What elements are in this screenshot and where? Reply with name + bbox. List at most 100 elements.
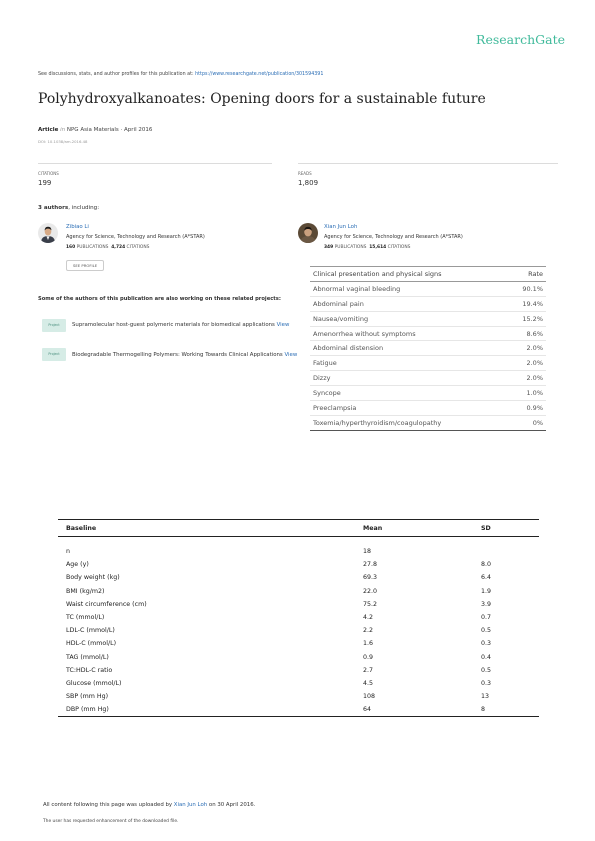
reads-label: READS xyxy=(298,171,312,176)
table-cell: 64 xyxy=(355,703,473,718)
table-cell: 90.1% xyxy=(506,281,546,297)
table-cell: Age (y) xyxy=(66,561,89,569)
citations-label: CITATIONS xyxy=(387,245,411,250)
column-header: Clinical presentation and physical signs xyxy=(310,266,507,282)
author-citations-count: 4,724 xyxy=(111,245,126,250)
table-cell: Toxemia/hyperthyroidism/coagulopathy xyxy=(310,415,507,431)
author-publications-count: 349 xyxy=(324,245,334,250)
table-cell: TC:HDL-C ratio xyxy=(66,666,113,674)
table-cell: Waist circumference (cm) xyxy=(66,600,147,608)
project-title[interactable]: Supramolecular host-guest polymeric mate… xyxy=(72,322,275,328)
table-row: Abnormal vaginal bleeding 90.1% xyxy=(310,281,546,297)
table-cell: 4.5 xyxy=(363,679,374,687)
clinical-presentation-table: Clinical presentation and physical signs… xyxy=(310,266,546,431)
table-cell: Nausea/vomiting xyxy=(310,311,507,327)
author-avatar[interactable] xyxy=(298,223,318,243)
table-cell: 0.5 xyxy=(481,666,492,674)
publications-label: PUBLICATIONS xyxy=(76,245,109,250)
table-cell: 1.6 xyxy=(363,640,374,648)
table-cell: n xyxy=(66,548,70,556)
table-cell: Abdominal distension xyxy=(310,340,507,357)
table-cell: BMI (kg/m2) xyxy=(66,587,105,595)
author-stats: 160 PUBLICATIONS 4,724 CITATIONS xyxy=(66,245,149,250)
table-cell: Dizzy xyxy=(310,370,507,387)
project-view-link[interactable]: View xyxy=(277,322,290,328)
table-cell: SBP (mm Hg) xyxy=(66,693,109,701)
table-cell xyxy=(473,545,539,558)
table-cell: 75.2 xyxy=(363,600,378,608)
table-cell: 108 xyxy=(363,693,376,701)
table-cell: Glucose (mmol/L) xyxy=(66,679,122,687)
person-photo-icon xyxy=(298,223,318,243)
publication-title: Polyhydroxyalkanoates: Opening doors for… xyxy=(38,91,486,107)
divider xyxy=(38,163,272,164)
table-cell: HDL-C (mmol/L) xyxy=(66,640,117,648)
publication-link[interactable]: https://www.researchgate.net/publication… xyxy=(195,72,323,77)
table-cell: DBP (mm Hg) xyxy=(58,703,355,718)
table-cell: 2.0% xyxy=(506,340,546,357)
table-cell: 6.4 xyxy=(481,574,492,582)
table-cell: 1.0% xyxy=(506,385,546,402)
upload-prefix: All content following this page was uplo… xyxy=(43,802,174,808)
project-view-link[interactable]: View xyxy=(284,352,297,358)
table-row: Waist circumference (cm) 75.2 3.9 xyxy=(58,598,539,611)
table-cell: 0.3 xyxy=(481,640,492,648)
table-cell: 0.9 xyxy=(363,653,374,661)
table-cell: 8.0 xyxy=(481,561,492,569)
projects-heading: Some of the authors of this publication … xyxy=(38,296,281,302)
table-cell: Abdominal pain xyxy=(310,296,507,312)
researchgate-logo[interactable]: ResearchGate xyxy=(476,32,565,47)
table-cell: 0.7 xyxy=(481,614,492,622)
table-cell: 13 xyxy=(481,693,490,701)
table-spacer xyxy=(58,537,539,546)
table-row: Fatigue 2.0% xyxy=(310,355,546,372)
project-title[interactable]: Biodegradable Thermogelling Polymers: Wo… xyxy=(72,352,283,358)
person-photo-icon xyxy=(38,223,58,243)
authors-suffix: , including: xyxy=(68,205,100,211)
uploader-link[interactable]: Xian Jun Loh xyxy=(174,802,207,808)
author-name-link[interactable]: Xian Jun Loh xyxy=(324,224,357,230)
table-cell: TAG (mmol/L) xyxy=(66,653,109,661)
table-cell: 0% xyxy=(506,415,546,431)
table-row: Glucose (mmol/L) 4.5 0.3 xyxy=(58,677,539,690)
table-cell: 18 xyxy=(363,548,372,556)
journal-date: NPG Asia Materials · April 2016 xyxy=(66,127,153,133)
table-cell: Body weight (kg) xyxy=(66,574,120,582)
table-cell: 2.0% xyxy=(506,370,546,387)
table-cell: 4.2 xyxy=(363,614,374,622)
table-row: Abdominal pain 19.4% xyxy=(310,296,546,312)
table-cell: 2.7 xyxy=(363,666,374,674)
in-label: in xyxy=(60,127,66,133)
discussion-note: See discussions, stats, and author profi… xyxy=(38,72,323,77)
reads-count: 1,809 xyxy=(298,179,319,187)
see-profile-button[interactable]: SEE PROFILE xyxy=(66,260,105,271)
table-row: Preeclampsia 0.9% xyxy=(310,400,546,416)
table-cell: 8.6% xyxy=(506,326,546,342)
table-cell: Syncope xyxy=(310,385,507,402)
table-cell: 1.9 xyxy=(481,587,492,595)
table-header-row: Clinical presentation and physical signs… xyxy=(310,266,546,282)
author-affiliation: Agency for Science, Technology and Resea… xyxy=(324,234,463,240)
author-affiliation: Agency for Science, Technology and Resea… xyxy=(66,234,205,240)
citations-label: CITATIONS xyxy=(38,171,59,176)
project-folder-icon: Project xyxy=(42,348,66,361)
column-header: Baseline xyxy=(58,519,355,537)
table-row: Body weight (kg) 69.3 6.4 xyxy=(58,571,539,584)
table-cell: 0.5 xyxy=(481,627,492,635)
table-row: DBP (mm Hg) 64 8 xyxy=(58,703,539,718)
project-item[interactable]: Biodegradable Thermogelling Polymers: Wo… xyxy=(72,352,298,358)
table-row: TAG (mmol/L) 0.9 0.4 xyxy=(58,651,539,664)
table-row: Abdominal distension 2.0% xyxy=(310,340,546,357)
table-cell: Abnormal vaginal bleeding xyxy=(310,281,507,297)
table-cell: 69.3 xyxy=(363,574,378,582)
table-row: Nausea/vomiting 15.2% xyxy=(310,311,546,327)
enhancement-note: The user has requested enhancement of th… xyxy=(43,819,179,824)
author-avatar[interactable] xyxy=(38,223,58,243)
divider xyxy=(298,163,558,164)
project-item[interactable]: Supramolecular host-guest polymeric mate… xyxy=(72,322,298,328)
table-row: HDL-C (mmol/L) 1.6 0.3 xyxy=(58,637,539,650)
author-name-link[interactable]: Zibiao Li xyxy=(66,224,89,230)
table-row: LDL-C (mmol/L) 2.2 0.5 xyxy=(58,624,539,637)
table-cell: 19.4% xyxy=(506,296,546,312)
table-cell: LDL-C (mmol/L) xyxy=(66,627,115,635)
